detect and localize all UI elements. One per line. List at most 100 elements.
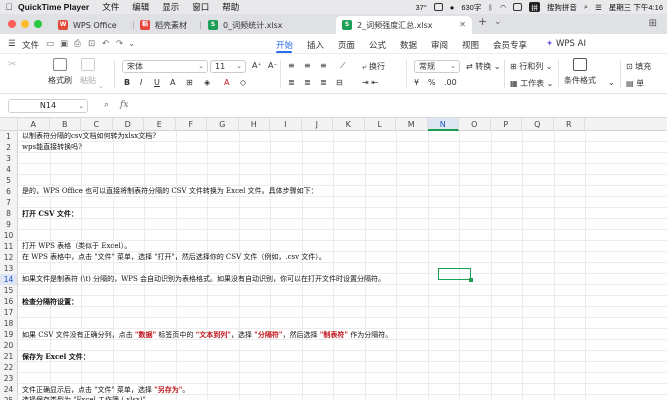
minimize-window-icon[interactable] bbox=[21, 20, 29, 28]
row-header-4[interactable]: 4 bbox=[0, 164, 18, 175]
save-icon[interactable]: ▣ bbox=[60, 39, 68, 49]
percent-icon[interactable]: % bbox=[428, 78, 436, 87]
zoom-formula-icon[interactable]: ⌕ bbox=[104, 100, 109, 110]
decrease-font-icon[interactable]: A⁻ bbox=[268, 61, 278, 70]
column-header-c[interactable]: C bbox=[81, 118, 113, 131]
word-count-status[interactable]: 630字 bbox=[461, 2, 481, 13]
row-header-13[interactable]: 13 bbox=[0, 263, 18, 274]
mic-icon[interactable]: ● bbox=[450, 3, 455, 12]
wrap-text-button[interactable]: ⤶ 换行 bbox=[362, 61, 385, 72]
cond-format-dropdown-icon[interactable]: ⌄ bbox=[608, 78, 615, 87]
column-header-g[interactable]: G bbox=[207, 118, 239, 131]
menu-view[interactable]: 显示 bbox=[162, 1, 179, 13]
row-header-9[interactable]: 9 bbox=[0, 219, 18, 230]
menu-help[interactable]: 帮助 bbox=[222, 1, 239, 13]
cell-button[interactable]: ▤ 单 bbox=[626, 78, 644, 89]
italic-icon[interactable]: I bbox=[140, 78, 142, 87]
bluetooth-icon[interactable]: ᛒ bbox=[488, 3, 493, 12]
column-header-p[interactable]: P bbox=[491, 118, 522, 131]
row-header-17[interactable]: 17 bbox=[0, 307, 18, 318]
column-header-k[interactable]: K bbox=[333, 118, 365, 131]
rows-cols-button[interactable]: ⊞ 行和列 ⌄ bbox=[510, 61, 553, 72]
column-header-e[interactable]: E bbox=[144, 118, 176, 131]
cell-a11[interactable]: 打开 WPS 表格（类似于 Excel）。 bbox=[22, 241, 131, 252]
menu-file[interactable]: 文件 bbox=[102, 1, 119, 13]
column-header-h[interactable]: H bbox=[239, 118, 270, 131]
row-header-24[interactable]: 24 bbox=[0, 384, 18, 395]
menu-window[interactable]: 窗口 bbox=[192, 1, 209, 13]
font-color-icon[interactable]: A bbox=[224, 78, 229, 87]
hamburger-menu-icon[interactable]: ☰ bbox=[8, 39, 16, 49]
fill-color-icon[interactable]: ◈ bbox=[204, 78, 210, 87]
cell-a19[interactable]: 如果 CSV 文件没有正确分列，点击 "数据" 标签页中的 "文本到列"，选择 … bbox=[22, 329, 392, 340]
align-center-icon[interactable]: ≣ bbox=[304, 78, 311, 87]
name-box[interactable]: N14 ⌄ bbox=[8, 99, 88, 113]
cell-a8[interactable]: 打开 CSV 文件： bbox=[22, 208, 78, 219]
close-window-icon[interactable] bbox=[8, 20, 16, 28]
control-center-icon[interactable]: ☰ bbox=[595, 3, 602, 12]
ribbon-file-menu[interactable]: 文件 bbox=[22, 39, 39, 51]
tab-wps-office[interactable]: W WPS Office bbox=[52, 16, 132, 34]
column-header-b[interactable]: B bbox=[50, 118, 81, 131]
row-header-12[interactable]: 12 bbox=[0, 252, 18, 263]
row-header-3[interactable]: 3 bbox=[0, 153, 18, 164]
quick-access-dropdown-icon[interactable]: ⌄ bbox=[128, 39, 135, 49]
format-painter-button[interactable]: 格式刷 bbox=[48, 58, 72, 86]
search-icon[interactable]: ⌕ bbox=[584, 2, 588, 12]
cell-a1[interactable]: 以制表符分隔的csv文档如何转为xlsx文档? bbox=[22, 131, 156, 142]
ribbon-tab-formula[interactable]: 公式 bbox=[369, 39, 386, 51]
row-header-5[interactable]: 5 bbox=[0, 175, 18, 186]
clear-format-icon[interactable]: ◇ bbox=[240, 78, 246, 87]
column-header-o[interactable]: O bbox=[459, 118, 491, 131]
zoom-window-icon[interactable] bbox=[34, 20, 42, 28]
ribbon-tab-review[interactable]: 审阅 bbox=[431, 39, 448, 51]
ribbon-wps-ai[interactable]: WPS AI bbox=[556, 39, 586, 49]
new-tab-button[interactable]: + bbox=[478, 15, 487, 28]
bold-icon[interactable]: B bbox=[124, 78, 130, 87]
column-header-a[interactable]: A bbox=[18, 118, 50, 131]
underline-icon[interactable]: U bbox=[154, 78, 160, 87]
column-header-f[interactable]: F bbox=[176, 118, 207, 131]
print-icon[interactable]: ⎙ bbox=[74, 39, 81, 49]
ribbon-tab-page[interactable]: 页面 bbox=[338, 39, 355, 51]
cell-a6[interactable]: 是的，WPS Office 也可以直接将制表符分隔的 CSV 文件转换为 Exc… bbox=[22, 186, 318, 197]
weather-temp[interactable]: 37° bbox=[415, 3, 426, 12]
row-header-10[interactable]: 10 bbox=[0, 230, 18, 241]
ribbon-tab-member[interactable]: 会员专享 bbox=[493, 39, 527, 51]
orientation-icon[interactable]: ⟋ bbox=[340, 61, 346, 71]
convert-button[interactable]: ⇄ 转换 ⌄ bbox=[466, 61, 501, 72]
wifi-icon[interactable]: ◠ bbox=[500, 3, 507, 12]
row-header-2[interactable]: 2 bbox=[0, 142, 18, 153]
align-right-icon[interactable]: ≣ bbox=[320, 78, 327, 87]
cell-a14[interactable]: 如果文件是制表符 (\t) 分隔的，WPS 会自动识别为表格格式。如果没有自动识… bbox=[22, 274, 385, 285]
font-name-select[interactable]: 宋体 ⌄ bbox=[122, 60, 208, 73]
worksheet-button[interactable]: ▦ 工作表 ⌄ bbox=[510, 78, 553, 89]
border-icon[interactable]: ⊞ bbox=[186, 78, 193, 87]
spreadsheet-grid[interactable]: ABCDEFGHIJKLMNOPQR 1 以制表符分隔的csv文档如何转为xlsx… bbox=[0, 118, 667, 400]
insert-function-icon[interactable]: fx bbox=[120, 100, 128, 110]
ribbon-tab-view[interactable]: 视图 bbox=[462, 39, 479, 51]
undo-icon[interactable]: ↶ bbox=[102, 39, 109, 49]
ribbon-tab-insert[interactable]: 插入 bbox=[307, 39, 324, 51]
align-bottom-icon[interactable]: ≡ bbox=[320, 61, 327, 70]
paste-button[interactable]: 粘贴 bbox=[80, 58, 96, 86]
row-header-11[interactable]: 11 bbox=[0, 241, 18, 252]
close-tab-icon[interactable]: ✕ bbox=[459, 20, 466, 29]
currency-icon[interactable]: ¥ bbox=[414, 78, 419, 87]
cond-format-button[interactable]: 条件格式 bbox=[564, 58, 596, 86]
decimal-icon[interactable]: .00 bbox=[444, 78, 457, 87]
column-header-j[interactable]: J bbox=[302, 118, 333, 131]
row-header-7[interactable]: 7 bbox=[0, 197, 18, 208]
paste-dropdown-icon[interactable]: ⌄ bbox=[98, 82, 104, 90]
ribbon-tab-data[interactable]: 数据 bbox=[400, 39, 417, 51]
cell-a25[interactable]: 选择保存类型为 "Excel 工作簿 (.xlsx)" 。 bbox=[22, 395, 155, 400]
row-header-8[interactable]: 8 bbox=[0, 208, 18, 219]
ime-name[interactable]: 搜狗拼音 bbox=[547, 2, 577, 13]
open-folder-icon[interactable]: ▭ bbox=[46, 39, 54, 49]
active-cell-n14[interactable] bbox=[438, 268, 473, 282]
clock[interactable]: 星期三 下午4:16 bbox=[609, 2, 663, 13]
align-middle-icon[interactable]: ≡ bbox=[304, 61, 311, 70]
row-header-1[interactable]: 1 bbox=[0, 131, 18, 142]
cell-a12[interactable]: 在 WPS 表格中，点击 "文件" 菜单，选择 "打开"，然后选择你的 CSV … bbox=[22, 252, 326, 263]
column-header-i[interactable]: I bbox=[270, 118, 302, 131]
